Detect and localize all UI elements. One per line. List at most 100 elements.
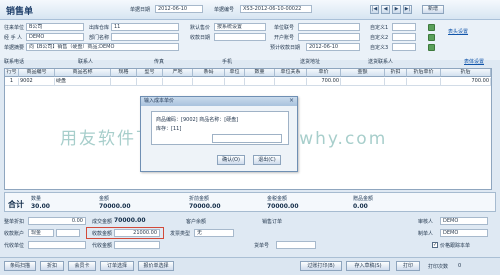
collect-amount-label: 收款金额 [92,231,113,237]
discount-label: 整单折扣 [4,219,25,225]
grid-cell[interactable] [137,78,163,86]
grid-cell[interactable] [163,78,193,86]
payment-date-field[interactable] [214,33,266,41]
post-print-button[interactable]: 过账打印(B) [300,261,342,271]
header-settings-link[interactable]: 表头设置 [448,28,468,35]
custom2-field[interactable] [392,33,416,41]
column-header[interactable]: 条码 [193,69,225,77]
column-header[interactable]: 商品名称 [55,69,111,77]
column-header[interactable]: 单位关系 [275,69,307,77]
grid-cell[interactable] [275,78,307,86]
shipping-field[interactable]: 11 [111,23,179,31]
doc-count-label: 货单号 [254,243,270,249]
grid-cell[interactable] [111,78,137,86]
handler-field[interactable]: DEMO [26,33,84,41]
maker-label: 制单人 [418,231,434,237]
print-button[interactable]: 打印 [396,261,420,271]
table-settings-link[interactable]: 表体设置 [464,58,484,65]
grid-cell-qty[interactable] [245,78,275,86]
auditor-field[interactable]: DEMO [440,217,488,225]
price-track-checkbox[interactable]: ✓ [432,242,438,248]
dialog-cancel-button[interactable]: 退出(C) [253,155,281,165]
summary-field[interactable]: 向【B公司】销售（硬盘）商品;DEMO [26,43,179,51]
document-title: 销售单 [6,7,34,17]
collect-amount-field[interactable]: 21000.00 [114,229,160,237]
fax-label: 传真 [154,59,165,65]
account-type-select[interactable]: 现金 [28,229,54,237]
gift-value: 0.00 [353,203,368,210]
tax-amount-value: 70000.00 [267,203,299,210]
grid-cell-discount[interactable] [385,78,407,86]
doc-no-field[interactable]: XS3-2012-06-10-00022 [240,5,312,13]
agent-amount-field[interactable] [114,241,160,249]
prev-record-button[interactable]: ◀ [381,5,390,14]
new-button[interactable]: 新增 [422,5,444,14]
account-select-extra[interactable] [56,229,80,237]
close-icon[interactable]: × [288,98,295,105]
grid-cell-amount[interactable] [341,78,385,86]
maker-field[interactable]: DEMO [440,229,488,237]
custom3-green-icon[interactable] [428,44,435,51]
column-header[interactable]: 折后单价 [407,69,441,77]
dialog-ok-button[interactable]: 确认(O) [217,155,245,165]
auditor-label: 审核人 [418,219,434,225]
receiver-label: 送货联系人 [368,59,394,65]
account-label: 开户账号 [274,35,295,41]
discount-field[interactable]: 0.00 [28,217,86,225]
doc-no-label: 单据编号 [214,7,235,13]
grid-cell-product-name[interactable]: 硬盘 [55,78,111,86]
doc-count-field[interactable] [276,241,316,249]
doc-date-field[interactable]: 2012-06-10 [155,5,203,13]
grid-cell[interactable] [193,78,225,86]
dept-label: 部门名称 [89,35,110,41]
account-field[interactable] [298,33,360,41]
first-record-button[interactable]: |◀ [370,5,379,14]
custom2-green-icon[interactable] [428,34,435,41]
grid-cell-disc-price[interactable] [407,78,441,86]
column-header[interactable]: 金额 [341,69,385,77]
column-header[interactable]: 折扣 [385,69,407,77]
dialog-warehouse-info: 库存：[11] [156,126,182,132]
grid-cell-product-code[interactable]: 9002 [19,78,55,86]
agent-unit-field[interactable] [28,241,86,249]
column-header[interactable]: 型号 [137,69,163,77]
custom3-field[interactable] [392,43,416,51]
ship-address-label: 送货地址 [300,59,321,65]
grid-cell[interactable] [225,78,245,86]
barcode-scan-button[interactable]: 条码扫描 [4,261,36,271]
last-record-button[interactable]: ▶| [403,5,412,14]
cost-price-input[interactable] [212,134,282,143]
dept-field[interactable] [111,33,179,41]
column-header[interactable]: 商品编号 [19,69,55,77]
column-header[interactable]: 行号 [5,69,19,77]
customer-field[interactable]: B公司 [26,23,84,31]
invoice-field[interactable] [298,23,360,31]
column-header[interactable]: 单价 [307,69,341,77]
custom1-green-icon[interactable] [428,24,435,31]
expected-date-field[interactable]: 2012-06-10 [306,43,360,51]
column-header[interactable]: 数量 [245,69,275,77]
customer-balance-label: 客户余额 [186,219,207,225]
invoice-type-label: 发票类型 [170,231,191,237]
payment-date-label: 收款日期 [190,35,211,41]
contact-label: 联系电话 [4,59,25,65]
discount-button[interactable]: 折扣 [40,261,64,271]
grid-cell-row-no[interactable]: 1 [5,78,19,86]
quote-select-button[interactable]: 报价单选择 [138,261,174,271]
column-header[interactable]: 折后 [441,69,491,77]
summary-bar: 合计 数量 30.00 金额 70000.00 折前金额 70000.00 金税… [4,192,496,212]
save-draft-button[interactable]: 存入草稿(S) [346,261,390,271]
column-header[interactable]: 产地 [163,69,193,77]
price-tier-select[interactable]: 按系统设置 [214,23,266,31]
grid-cell-price[interactable]: 700.00 [307,78,341,86]
order-select-button[interactable]: 订单选择 [100,261,134,271]
next-record-button[interactable]: ▶ [392,5,401,14]
column-header[interactable]: 规格 [111,69,137,77]
agent-unit-label: 代收单位 [4,243,25,249]
invoice-type-select[interactable]: 无 [194,229,234,237]
grid-cell-disc-amount[interactable]: 700.00 [441,78,491,86]
agent-amount-label: 代收金额 [92,243,113,249]
member-card-button[interactable]: 会员卡 [68,261,96,271]
column-header[interactable]: 单位 [225,69,245,77]
custom1-field[interactable] [392,23,416,31]
